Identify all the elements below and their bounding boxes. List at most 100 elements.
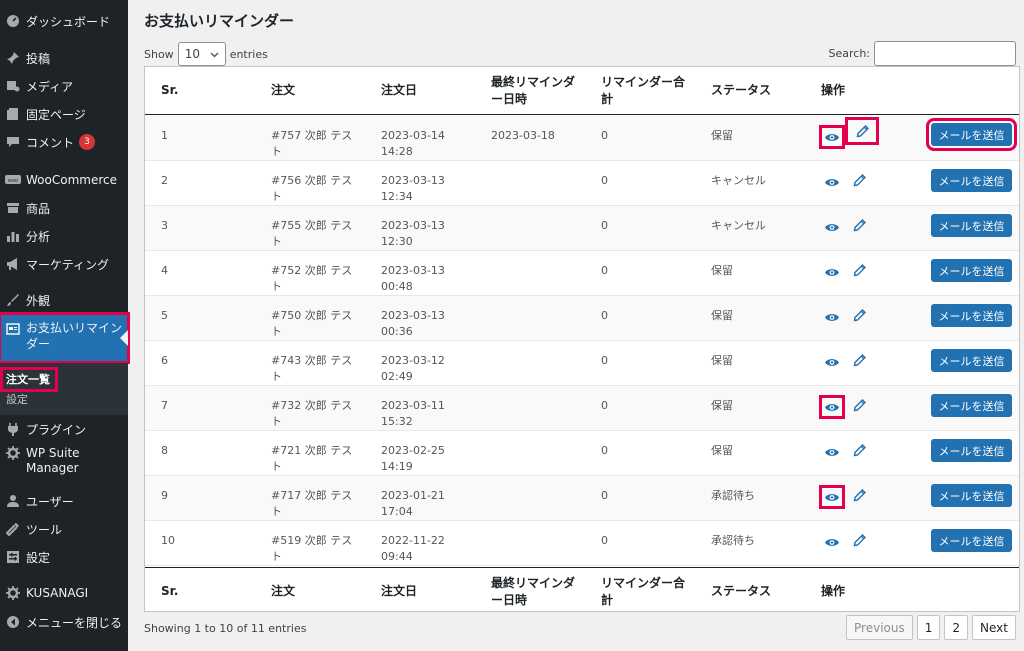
previous-page-button[interactable]: Previous bbox=[846, 615, 913, 640]
entries-label: entries bbox=[229, 47, 268, 61]
column-header-order[interactable]: 注文 bbox=[271, 583, 295, 600]
cell-count: 0 bbox=[601, 399, 608, 412]
pin-icon bbox=[0, 51, 26, 65]
sidebar-item-dashboard[interactable]: ダッシュボード bbox=[0, 8, 128, 34]
sidebar-item-woocommerce[interactable]: woo WooCommerce bbox=[0, 167, 128, 193]
pencil-icon[interactable] bbox=[848, 350, 870, 370]
submenu-item-settings[interactable]: 設定 bbox=[6, 391, 28, 407]
column-header-count[interactable]: リマインダー合計 bbox=[601, 575, 685, 609]
sidebar-item-label: メディア bbox=[26, 79, 74, 94]
pencil-icon[interactable] bbox=[848, 215, 870, 235]
eye-icon[interactable] bbox=[821, 262, 843, 282]
cell-status: キャンセル bbox=[711, 174, 766, 187]
entries-length-control: Show 10 entries bbox=[144, 42, 268, 66]
column-header-last[interactable]: 最終リマインダー日時 bbox=[491, 74, 577, 108]
sidebar-item-wpsuite[interactable]: WP Suite Manager bbox=[0, 446, 128, 480]
sidebar-item-payment_reminder[interactable]: お支払いリマインダー bbox=[0, 312, 130, 364]
cell-sr: 3 bbox=[161, 219, 168, 232]
chart-bar-icon bbox=[0, 229, 26, 243]
sidebar-item-plugins[interactable]: プラグイン bbox=[0, 416, 128, 442]
table-info: Showing 1 to 10 of 11 entries bbox=[144, 622, 307, 635]
sidebar-item-users[interactable]: ユーザー bbox=[0, 488, 128, 514]
send-email-button[interactable]: メールを送信 bbox=[931, 439, 1012, 462]
sidebar-item-collapse[interactable]: メニューを閉じる bbox=[0, 609, 128, 635]
cell-count: 0 bbox=[601, 534, 608, 547]
sidebar-item-marketing[interactable]: マーケティング bbox=[0, 251, 128, 277]
eye-icon[interactable] bbox=[819, 485, 845, 509]
send-email-button[interactable]: メールを送信 bbox=[931, 394, 1012, 417]
pencil-icon[interactable] bbox=[848, 440, 870, 460]
cell-sr: 6 bbox=[161, 354, 168, 367]
send-email-button[interactable]: メールを送信 bbox=[931, 529, 1012, 552]
page-title: お支払いリマインダー bbox=[144, 12, 295, 30]
sidebar-item-posts[interactable]: 投稿 bbox=[0, 45, 128, 71]
eye-icon[interactable] bbox=[819, 125, 845, 149]
sidebar-item-label: WooCommerce bbox=[26, 173, 117, 187]
send-email-button[interactable]: メールを送信 bbox=[931, 259, 1012, 282]
sidebar-item-appearance[interactable]: 外観 bbox=[0, 287, 128, 313]
pencil-icon[interactable] bbox=[848, 170, 870, 190]
sidebar-item-kusanagi[interactable]: KUSANAGI bbox=[0, 580, 128, 606]
pencil-icon[interactable] bbox=[848, 395, 870, 415]
card-icon bbox=[0, 320, 26, 336]
column-header-sr[interactable]: Sr. bbox=[161, 583, 178, 600]
sidebar-item-products[interactable]: 商品 bbox=[0, 195, 128, 221]
cell-status: キャンセル bbox=[711, 219, 766, 232]
sidebar-item-tools[interactable]: ツール bbox=[0, 516, 128, 542]
send-email-button[interactable]: メールを送信 bbox=[931, 484, 1012, 507]
cell-count: 0 bbox=[601, 489, 608, 502]
pencil-icon[interactable] bbox=[848, 260, 870, 280]
column-header-date[interactable]: 注文日 bbox=[381, 82, 417, 99]
cell-order: #743 次郎 テスト bbox=[271, 354, 353, 383]
column-header-count[interactable]: リマインダー合計 bbox=[601, 74, 685, 108]
table-row: 9 #717 次郎 テスト 2023-01-21 17:04 0 承認待ち メールを送信 bbox=[145, 476, 1019, 521]
cell-order: #755 次郎 テスト bbox=[271, 219, 353, 248]
send-email-button[interactable]: メールを送信 bbox=[926, 118, 1017, 151]
eye-icon[interactable] bbox=[821, 172, 843, 192]
sidebar-item-analytics[interactable]: 分析 bbox=[0, 223, 128, 249]
sidebar-item-settings[interactable]: 設定 bbox=[0, 544, 128, 570]
send-email-button[interactable]: メールを送信 bbox=[931, 349, 1012, 372]
cell-status: 承認待ち bbox=[711, 534, 755, 547]
pencil-icon[interactable] bbox=[845, 117, 879, 145]
submenu-item-order-list[interactable]: 注文一覧 bbox=[0, 367, 58, 392]
eye-icon[interactable] bbox=[821, 532, 843, 552]
next-page-button[interactable]: Next bbox=[972, 615, 1016, 640]
sidebar-item-comments[interactable]: コメント 3 bbox=[0, 129, 128, 155]
sidebar-item-label: ユーザー bbox=[26, 494, 74, 509]
cell-date: 2023-01-21 17:04 bbox=[381, 489, 445, 518]
cell-status: 保留 bbox=[711, 129, 733, 142]
cell-count: 0 bbox=[601, 264, 608, 277]
column-header-date[interactable]: 注文日 bbox=[381, 583, 417, 600]
send-email-button[interactable]: メールを送信 bbox=[931, 304, 1012, 327]
sidebar-item-media[interactable]: メディア bbox=[0, 73, 128, 99]
eye-icon[interactable] bbox=[821, 217, 843, 237]
brush-icon bbox=[0, 293, 26, 307]
entries-length-select[interactable]: 10 bbox=[177, 42, 226, 66]
send-email-button[interactable]: メールを送信 bbox=[931, 169, 1012, 192]
column-header-status[interactable]: ステータス bbox=[711, 583, 771, 600]
column-header-actions[interactable]: 操作 bbox=[821, 583, 845, 600]
column-header-order[interactable]: 注文 bbox=[271, 82, 295, 99]
eye-icon[interactable] bbox=[819, 395, 845, 419]
eye-icon[interactable] bbox=[821, 307, 843, 327]
pencil-icon[interactable] bbox=[848, 305, 870, 325]
column-header-last[interactable]: 最終リマインダー日時 bbox=[491, 575, 577, 609]
page-1-button[interactable]: 1 bbox=[916, 615, 941, 640]
cell-sr: 1 bbox=[161, 129, 168, 142]
column-header-sr[interactable]: Sr. bbox=[161, 82, 178, 99]
send-email-button[interactable]: メールを送信 bbox=[931, 214, 1012, 237]
search-input[interactable] bbox=[874, 41, 1016, 66]
pencil-icon[interactable] bbox=[848, 485, 870, 505]
column-header-actions[interactable]: 操作 bbox=[821, 82, 845, 99]
entries-length-value: 10 bbox=[184, 47, 200, 61]
table-row: 2 #756 次郎 テスト 2023-03-13 12:34 0 キャンセル メールを送信 bbox=[145, 161, 1019, 206]
eye-icon[interactable] bbox=[821, 352, 843, 372]
page-2-button[interactable]: 2 bbox=[944, 615, 969, 640]
cell-date: 2023-03-13 12:30 bbox=[381, 219, 445, 248]
woo-icon: woo bbox=[0, 174, 26, 186]
pencil-icon[interactable] bbox=[848, 530, 870, 550]
column-header-status[interactable]: ステータス bbox=[711, 82, 771, 99]
eye-icon[interactable] bbox=[821, 442, 843, 462]
sidebar-item-pages[interactable]: 固定ページ bbox=[0, 101, 128, 127]
